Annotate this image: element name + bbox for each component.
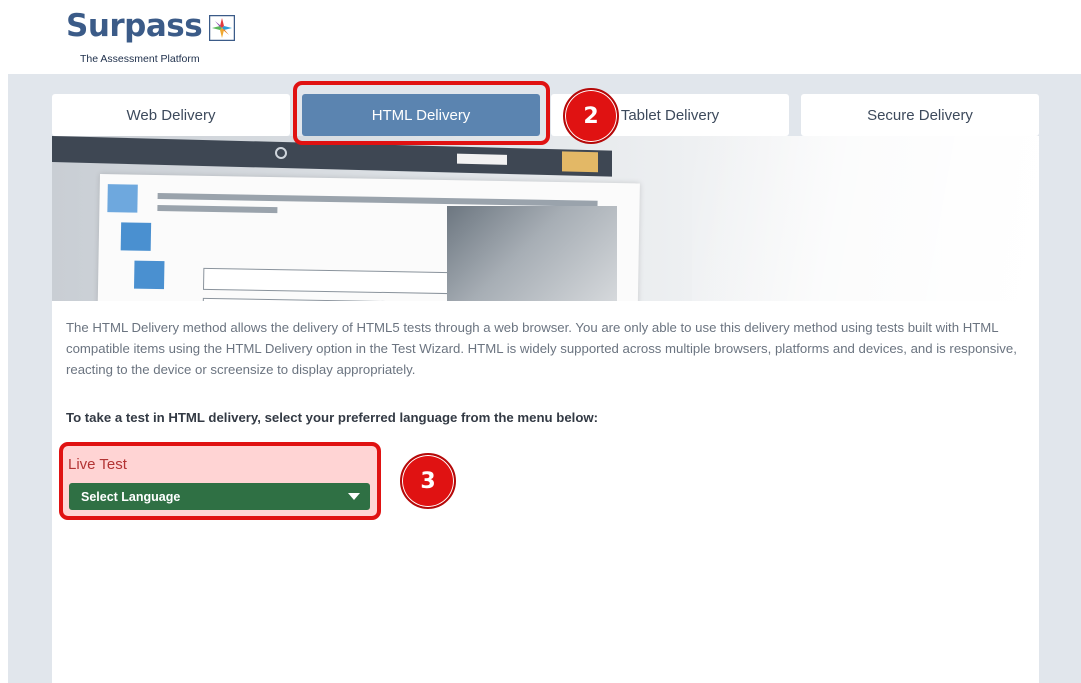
live-test-label: Live Test — [68, 456, 127, 473]
language-select-label: Select Language — [81, 489, 181, 504]
surpass-logo-icon — [208, 15, 235, 41]
language-instruction: To take a test in HTML delivery, select … — [66, 410, 599, 425]
hero-image — [52, 136, 1039, 301]
tab-web-delivery[interactable]: Web Delivery — [52, 94, 290, 136]
logo-subtitle: The Assessment Platform — [80, 53, 200, 65]
delivery-description: The HTML Delivery method allows the deli… — [66, 320, 1017, 377]
tab-secure-delivery[interactable]: Secure Delivery — [801, 94, 1039, 136]
step-2-badge: 2 — [563, 88, 619, 144]
header: Surpass The Assessment Platform — [0, 0, 1081, 74]
hero-video-thumbnail — [447, 206, 617, 301]
content-panel: The HTML Delivery method allows the deli… — [52, 136, 1039, 683]
highlight-html-tab — [293, 81, 550, 145]
logo-text: Surpass — [66, 8, 203, 44]
language-select[interactable]: Select Language — [69, 483, 370, 510]
caret-down-icon — [348, 493, 360, 500]
step-3-badge: 3 — [400, 453, 456, 509]
surpass-logo[interactable]: Surpass The Assessment Platform — [66, 8, 235, 65]
